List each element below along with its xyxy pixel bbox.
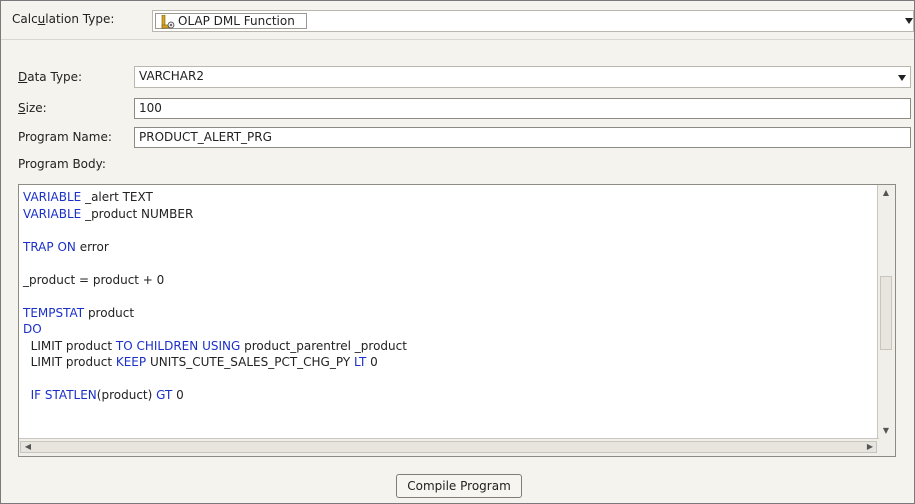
code-keyword: CHILDREN xyxy=(136,338,199,353)
code-text: _product = product + 0 xyxy=(23,272,165,287)
scroll-down-icon[interactable]: ▼ xyxy=(879,424,893,438)
code-line: VARIABLE _product NUMBER xyxy=(23,206,407,223)
code-text: LIMIT product xyxy=(23,355,116,369)
size-input[interactable]: 100 xyxy=(134,98,911,119)
scroll-corner xyxy=(878,439,895,456)
program-name-input[interactable]: PRODUCT_ALERT_PRG xyxy=(134,127,911,148)
code-keyword: KEEP xyxy=(115,355,147,369)
calculation-type-selected: OLAP DML Function xyxy=(155,13,307,29)
vertical-scroll-thumb[interactable] xyxy=(880,276,892,350)
code-keyword: GT xyxy=(156,388,173,402)
code-line: _product = product + 0 xyxy=(23,272,407,289)
code-line: LIMIT product KEEP UNITS_CUTE_SALES_PCT_… xyxy=(23,354,407,371)
data-type-value: VARCHAR2 xyxy=(139,69,204,83)
code-line: IF STATLEN(product) GT 0 xyxy=(23,387,407,404)
code-keyword: IF xyxy=(23,388,42,402)
code-keyword: STATLEN xyxy=(44,388,97,402)
code-keyword: TRAP xyxy=(23,239,54,254)
code-keyword: ON xyxy=(57,239,76,254)
program-body-text[interactable]: VARIABLE _alert TEXT VARIABLE _product NU… xyxy=(23,189,407,404)
code-keyword: DO xyxy=(23,322,42,336)
calculation-type-dropdown[interactable]: OLAP DML Function xyxy=(152,10,914,32)
horizontal-scroll-thumb[interactable] xyxy=(20,441,877,453)
code-text: error xyxy=(75,239,109,254)
code-text: product xyxy=(84,305,135,320)
program-name-label: Program Name: xyxy=(18,130,112,144)
chevron-down-icon[interactable] xyxy=(905,18,913,24)
code-text: (product) xyxy=(96,388,157,402)
olap-dml-function-icon xyxy=(161,15,175,29)
code-text: UNITS_CUTE_SALES_PCT_CHG_PY xyxy=(146,355,354,369)
code-line: TRAP ON error xyxy=(23,239,407,256)
calculation-type-row: Calculation Type: OLAP DML Function xyxy=(1,1,914,40)
program-body-editor[interactable]: VARIABLE _alert TEXT VARIABLE _product NU… xyxy=(18,184,896,457)
scroll-up-icon[interactable]: ▲ xyxy=(879,186,893,200)
code-keyword: USING xyxy=(202,338,241,353)
code-keyword: LT xyxy=(353,355,367,369)
code-line: LIMIT product TO CHILDREN USING product_… xyxy=(23,338,407,355)
code-text: product_parentrel _product xyxy=(240,338,407,353)
vertical-scrollbar[interactable]: ▲ ▼ xyxy=(877,185,895,439)
code-text: _product NUMBER xyxy=(81,206,194,221)
code-line: TEMPSTAT product xyxy=(23,305,407,322)
code-line: DO xyxy=(23,321,407,338)
code-text: 0 xyxy=(366,355,378,369)
calculation-panel: Calculation Type: OLAP DML Function Data… xyxy=(0,0,915,504)
code-text: 0 xyxy=(172,388,184,402)
horizontal-scrollbar[interactable]: ◀ ▶ xyxy=(19,438,879,456)
code-keyword: TO xyxy=(115,338,133,353)
chevron-down-icon[interactable] xyxy=(898,75,906,81)
code-keyword: VARIABLE xyxy=(23,206,82,221)
code-keyword: VARIABLE xyxy=(23,190,82,204)
code-keyword: TEMPSTAT xyxy=(23,305,85,320)
data-type-dropdown[interactable]: VARCHAR2 xyxy=(134,66,911,88)
calculation-type-label: Calculation Type: xyxy=(12,12,115,26)
compile-program-button[interactable]: Compile Program xyxy=(396,474,522,498)
code-text: _alert TEXT xyxy=(81,190,153,204)
code-line: VARIABLE _alert TEXT xyxy=(23,189,407,206)
calculation-type-value: OLAP DML Function xyxy=(178,14,295,28)
scroll-right-icon[interactable]: ▶ xyxy=(863,440,877,454)
code-text: LIMIT product xyxy=(23,338,116,353)
data-type-label: Data Type: xyxy=(18,70,83,84)
scroll-left-icon[interactable]: ◀ xyxy=(21,440,35,454)
program-body-label: Program Body: xyxy=(18,157,106,171)
size-label: Size: xyxy=(18,101,47,115)
